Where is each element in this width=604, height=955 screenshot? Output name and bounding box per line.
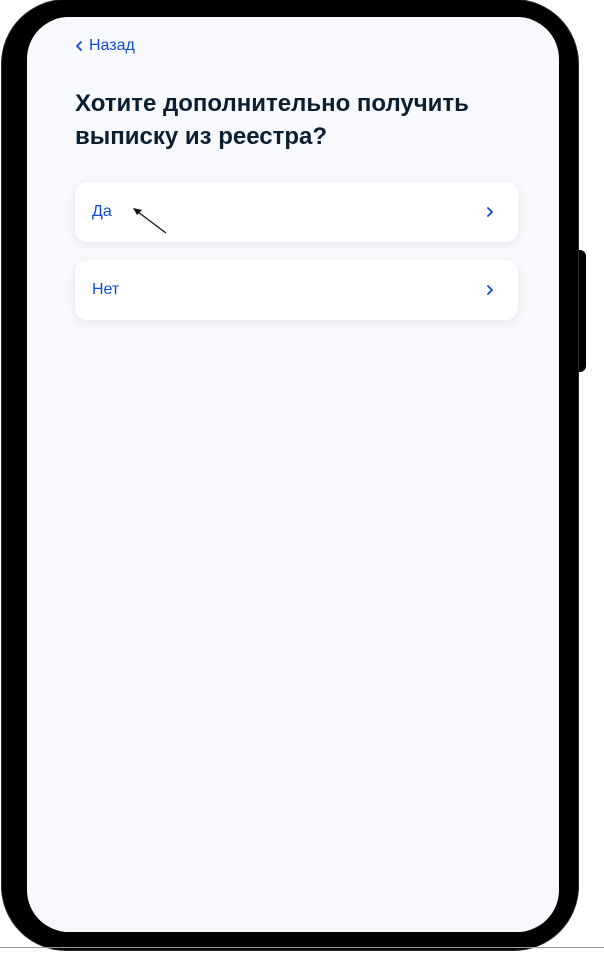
device-screen: Назад Хотите дополнительно получить выпи… bbox=[27, 17, 559, 932]
device-frame: Назад Хотите дополнительно получить выпи… bbox=[2, 0, 578, 950]
option-yes-label: Да bbox=[92, 203, 112, 220]
back-link[interactable]: Назад bbox=[75, 37, 135, 55]
option-yes-button[interactable]: Да bbox=[75, 182, 518, 242]
chevron-right-icon bbox=[486, 206, 494, 218]
back-link-label: Назад bbox=[89, 37, 135, 54]
chevron-left-icon bbox=[75, 40, 83, 52]
page: Назад Хотите дополнительно получить выпи… bbox=[0, 0, 604, 955]
option-no-button[interactable]: Нет bbox=[75, 260, 518, 320]
chevron-right-icon bbox=[486, 284, 494, 296]
page-title: Хотите дополнительно получить выписку из… bbox=[75, 90, 469, 150]
option-no-label: Нет bbox=[92, 281, 120, 298]
content-area: Назад Хотите дополнительно получить выпи… bbox=[55, 17, 531, 932]
bottom-divider bbox=[0, 947, 604, 948]
